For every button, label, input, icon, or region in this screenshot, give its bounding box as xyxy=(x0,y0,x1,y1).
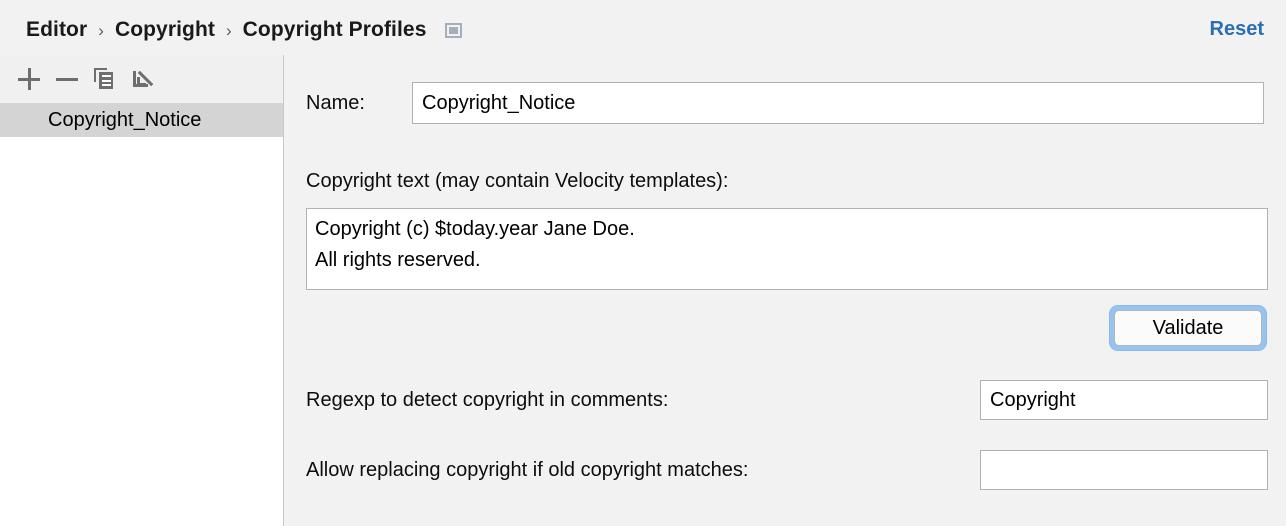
header-bar: Editor › Copyright › Copyright Profiles … xyxy=(0,0,1286,55)
breadcrumb-item-editor[interactable]: Editor xyxy=(26,18,87,42)
regexp-row: Regexp to detect copyright in comments: xyxy=(306,380,1268,420)
breadcrumb-separator-icon: › xyxy=(98,20,104,40)
validate-button[interactable]: Validate xyxy=(1114,310,1262,346)
validate-button-focus-ring: Validate xyxy=(1109,305,1267,351)
allow-replace-input[interactable] xyxy=(980,450,1268,490)
breadcrumb-separator-icon: › xyxy=(226,20,232,40)
name-input[interactable] xyxy=(412,82,1264,124)
breadcrumb-item-copyright-profiles: Copyright Profiles xyxy=(242,18,427,41)
profiles-sidebar: Copyright_Notice xyxy=(0,55,284,526)
remove-profile-button[interactable] xyxy=(48,60,86,98)
settings-dialog: Editor › Copyright › Copyright Profiles … xyxy=(0,0,1286,526)
add-profile-button[interactable] xyxy=(10,60,48,98)
import-icon xyxy=(132,68,154,90)
panel-window-icon[interactable] xyxy=(444,22,462,38)
breadcrumb: Editor › Copyright › Copyright Profiles xyxy=(26,16,462,44)
profile-name-label: Copyright_Notice xyxy=(48,108,202,131)
copy-icon xyxy=(94,68,116,90)
regexp-label: Regexp to detect copyright in comments: xyxy=(306,388,669,411)
profiles-toolbar xyxy=(0,55,283,103)
profile-editor-panel: Name: Copyright text (may contain Veloci… xyxy=(285,55,1286,526)
reset-link[interactable]: Reset xyxy=(1210,18,1264,41)
allow-replace-label: Allow replacing copyright if old copyrig… xyxy=(306,458,749,481)
allow-replace-row: Allow replacing copyright if old copyrig… xyxy=(306,450,1268,490)
plus-icon xyxy=(18,68,40,90)
name-row: Name: xyxy=(306,82,1264,124)
profiles-list: Copyright_Notice xyxy=(0,103,283,137)
import-profile-button[interactable] xyxy=(124,60,162,98)
copyright-text-area[interactable] xyxy=(306,208,1268,290)
regexp-input[interactable] xyxy=(980,380,1268,420)
name-label: Name: xyxy=(306,91,365,114)
list-item[interactable]: Copyright_Notice xyxy=(0,103,283,137)
copyright-text-label: Copyright text (may contain Velocity tem… xyxy=(306,170,729,192)
copy-profile-button[interactable] xyxy=(86,60,124,98)
minus-icon xyxy=(56,68,78,90)
breadcrumb-item-copyright[interactable]: Copyright xyxy=(115,18,215,42)
